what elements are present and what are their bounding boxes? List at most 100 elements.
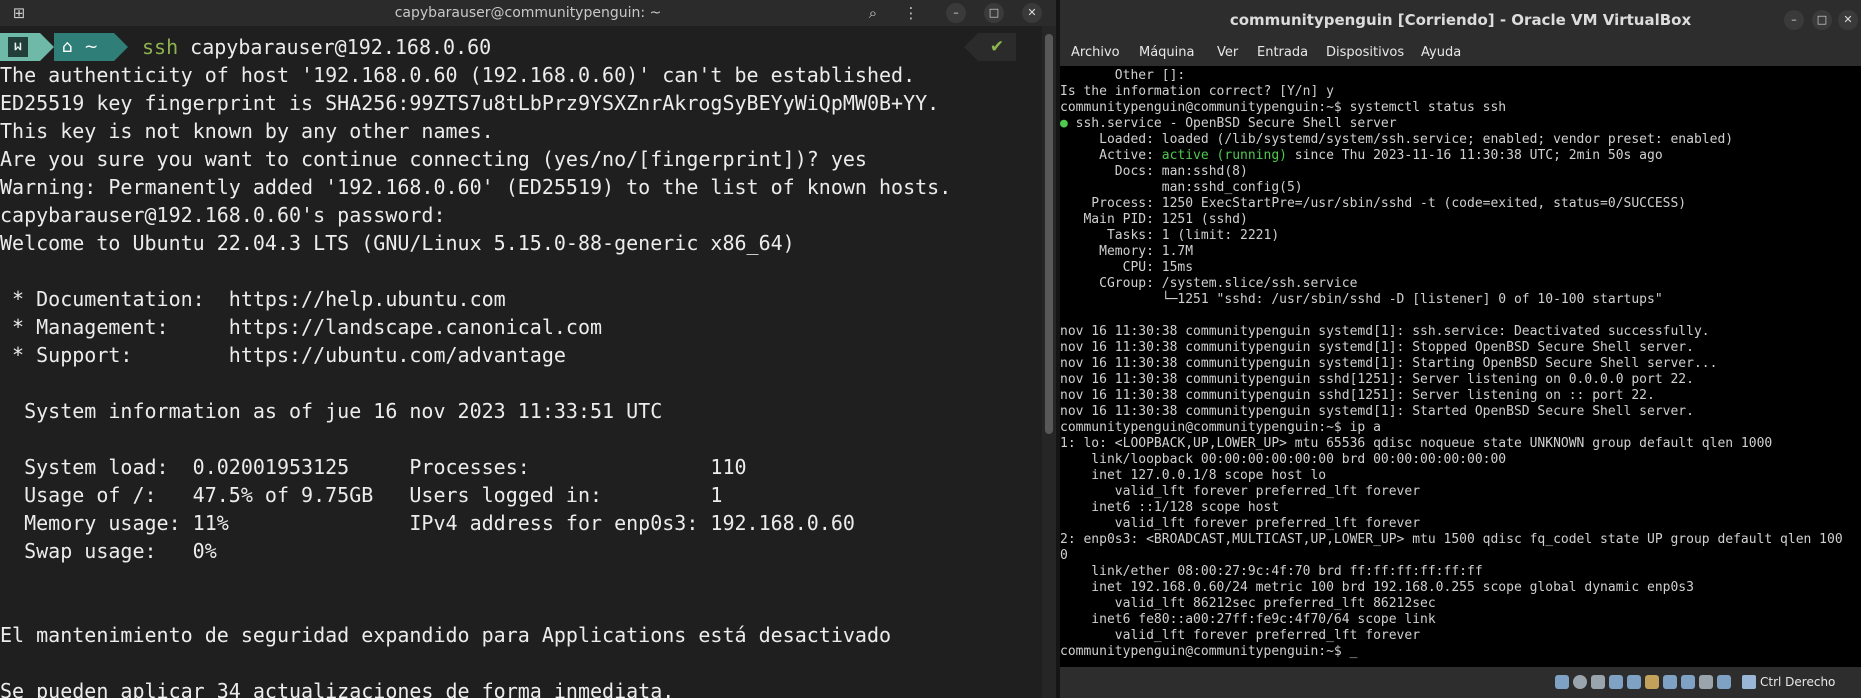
maximize-icon[interactable]: □ — [984, 3, 1004, 23]
service-name: ssh.service - OpenBSD Secure Shell serve… — [1067, 116, 1397, 131]
terminal-line: System load: 0.02001953125 Processes: 11… — [0, 455, 747, 479]
terminal-line: * Management: https://landscape.canonica… — [0, 315, 603, 339]
console-line: inet 192.168.0.60/24 metric 100 brd 192.… — [1060, 580, 1694, 595]
console-line: CGroup: /system.slice/ssh.service — [1060, 276, 1358, 291]
console-service-line: ● ssh.service - OpenBSD Secure Shell ser… — [1060, 116, 1843, 132]
vbox-title: communitypenguin [Corriendo] - Oracle VM… — [1229, 11, 1692, 29]
console-line: link/loopback 00:00:00:00:00:00 brd 00:0… — [1060, 452, 1507, 467]
active-since: since Thu 2023-11-16 11:30:38 UTC; 2min … — [1286, 148, 1663, 163]
console-line: nov 16 11:30:38 communitypenguin systemd… — [1060, 324, 1710, 339]
hdd-icon[interactable] — [1555, 675, 1569, 689]
console-line: man:sshd_config(5) — [1060, 180, 1303, 195]
menu-ayuda[interactable]: Ayuda — [1421, 45, 1461, 60]
usb-icon[interactable] — [1627, 675, 1641, 689]
mouse-icon[interactable] — [1717, 675, 1731, 689]
vbox-close-icon[interactable]: ✕ — [1838, 10, 1858, 30]
minimize-icon[interactable]: – — [946, 3, 966, 23]
menu-dispositivos[interactable]: Dispositivos — [1326, 45, 1404, 60]
status-ok-icon: ✔ — [964, 33, 1016, 61]
terminal-scrollbar[interactable] — [1042, 26, 1056, 698]
console-line: nov 16 11:30:38 communitypenguin sshd[12… — [1060, 388, 1655, 403]
kebab-menu-icon[interactable]: ⋮ — [900, 3, 922, 23]
audio-icon[interactable] — [1591, 675, 1605, 689]
console-cursor: _ — [1349, 644, 1358, 659]
menu-archivo[interactable]: Archivo — [1071, 45, 1120, 60]
console-line: 2: enp0s3: <BROADCAST,MULTICAST,UP,LOWER… — [1060, 532, 1843, 547]
terminal-titlebar[interactable]: ⊞ capybarauser@communitypenguin: ~ ⌕ ⋮ –… — [0, 0, 1056, 26]
vbox-titlebar[interactable]: communitypenguin [Corriendo] - Oracle VM… — [1060, 0, 1861, 40]
vbox-menubar: Archivo Máquina Ver Entrada Dispositivos… — [1060, 40, 1861, 66]
command-name: ssh — [142, 35, 179, 59]
terminal-line: This key is not known by any other names… — [0, 119, 494, 143]
console-line: valid_lft forever preferred_lft forever — [1060, 628, 1421, 643]
menu-ver[interactable]: Ver — [1217, 45, 1238, 60]
prompt-command: ssh capybarauser@192.168.0.60 — [142, 35, 491, 59]
command-args: capybarauser@192.168.0.60 — [190, 35, 492, 59]
console-line: └─1251 "sshd: /usr/sbin/sshd -D [listene… — [1060, 292, 1663, 307]
console-line: valid_lft forever preferred_lft forever — [1060, 484, 1421, 499]
terminal-line: ED25519 key fingerprint is SHA256:99ZTS7… — [0, 91, 940, 115]
terminal-body[interactable]: ᥕ ⌂ ~ ssh capybarauser@192.168.0.60 ✔ Th… — [0, 26, 1042, 698]
menu-entrada[interactable]: Entrada — [1257, 45, 1308, 60]
cpu-icon[interactable] — [1699, 675, 1713, 689]
console-active-line: Active: active (running) since Thu 2023-… — [1060, 148, 1843, 164]
terminal-window[interactable]: ⊞ capybarauser@communitypenguin: ~ ⌕ ⋮ –… — [0, 0, 1056, 698]
vbox-maximize-icon[interactable]: □ — [1812, 10, 1832, 30]
console-line: Other []: — [1060, 68, 1186, 83]
vm-console-screen[interactable]: Other []: Is the information correct? [Y/… — [1060, 66, 1861, 667]
console-line: inet 127.0.0.1/8 scope host lo — [1060, 468, 1327, 483]
service-status-bullet-icon: ● — [1060, 116, 1068, 131]
console-final-prompt: communitypenguin@communitypenguin:~$ _ — [1060, 644, 1843, 660]
linux-mint-logo-icon: ᥕ — [8, 37, 28, 57]
vm-console-output: Other []: Is the information correct? [Y/… — [1060, 68, 1843, 660]
active-label: Active: — [1060, 148, 1162, 163]
console-line: communitypenguin@communitypenguin:~$ sys… — [1060, 100, 1507, 115]
terminal-line: Se pueden aplicar 34 actualizaciones de … — [0, 679, 675, 698]
terminal-line: Usage of /: 47.5% of 9.75GB Users logged… — [0, 483, 723, 507]
display-icon[interactable] — [1663, 675, 1677, 689]
console-line: Loaded: loaded (/lib/systemd/system/ssh.… — [1060, 132, 1734, 147]
console-line: 0 — [1060, 548, 1068, 563]
terminal-line: Memory usage: 11% IPv4 address for enp0s… — [0, 511, 855, 535]
terminal-line: * Support: https://ubuntu.com/advantage — [0, 343, 566, 367]
virtualbox-window[interactable]: communitypenguin [Corriendo] - Oracle VM… — [1060, 0, 1861, 698]
vbox-minimize-icon[interactable]: – — [1784, 10, 1804, 30]
console-line: inet6 fe80::a00:27ff:fe9c:4f70/64 scope … — [1060, 612, 1436, 627]
terminal-line: * Documentation: https://help.ubuntu.com — [0, 287, 506, 311]
console-line: communitypenguin@communitypenguin:~$ ip … — [1060, 420, 1381, 435]
terminal-line: Are you sure you want to continue connec… — [0, 147, 867, 171]
terminal-output: The authenticity of host '192.168.0.60 (… — [0, 61, 951, 698]
search-icon[interactable]: ⌕ — [862, 3, 884, 23]
terminal-line: Swap usage: 0% — [0, 539, 217, 563]
recording-icon[interactable] — [1681, 675, 1695, 689]
prompt-dir-segment: ⌂ ~ — [54, 33, 128, 61]
shared-folder-icon[interactable] — [1645, 675, 1659, 689]
terminal-title: capybarauser@communitypenguin: ~ — [394, 5, 662, 21]
host-key-icon — [1742, 675, 1756, 689]
menu-maquina[interactable]: Máquina — [1139, 45, 1195, 60]
console-line: valid_lft forever preferred_lft forever — [1060, 516, 1421, 531]
console-line: 1: lo: <LOOPBACK,UP,LOWER_UP> mtu 65536 … — [1060, 436, 1773, 451]
console-line: Docs: man:sshd(8) — [1060, 164, 1248, 179]
console-prompt: communitypenguin@communitypenguin:~$ — [1060, 644, 1350, 659]
network-icon[interactable] — [1609, 675, 1623, 689]
console-line: Tasks: 1 (limit: 2221) — [1060, 228, 1280, 243]
console-line: nov 16 11:30:38 communitypenguin systemd… — [1060, 356, 1718, 371]
host-key-label: Ctrl Derecho — [1760, 675, 1836, 689]
optical-icon[interactable] — [1573, 675, 1587, 689]
vbox-statusbar: Ctrl Derecho — [1060, 667, 1861, 698]
console-line: nov 16 11:30:38 communitypenguin systemd… — [1060, 404, 1694, 419]
close-icon[interactable]: ✕ — [1022, 3, 1042, 23]
prompt-dir: ~ — [84, 37, 99, 57]
console-line: nov 16 11:30:38 communitypenguin sshd[12… — [1060, 372, 1694, 387]
console-line: Memory: 1.7M — [1060, 244, 1194, 259]
scrollbar-thumb[interactable] — [1045, 34, 1053, 434]
terminal-line: capybarauser@192.168.0.60's password: — [0, 203, 446, 227]
